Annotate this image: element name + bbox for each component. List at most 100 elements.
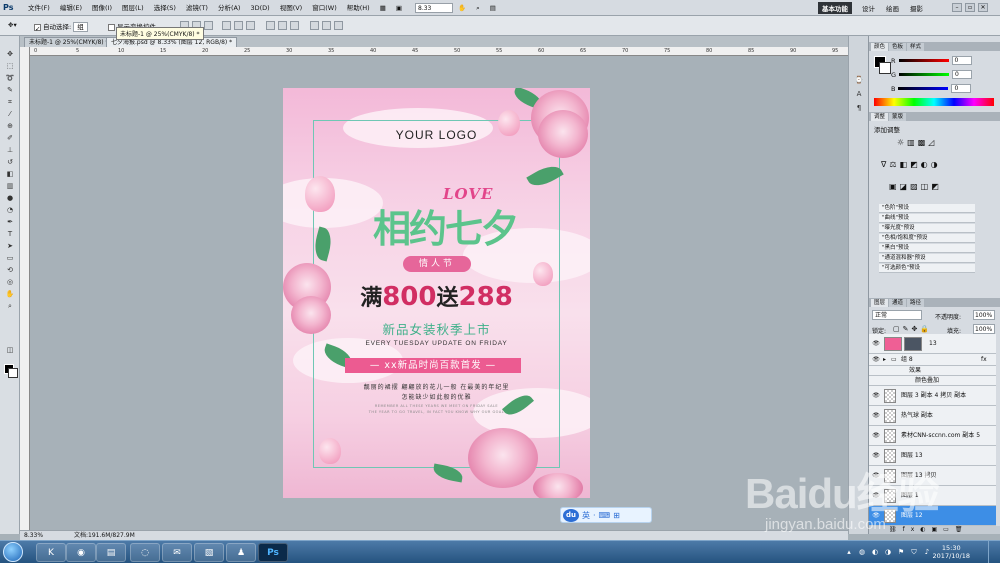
brush-tool-icon[interactable]: ✐ bbox=[5, 134, 15, 142]
taskbar-clock[interactable]: 15:30 2017/10/18 bbox=[933, 544, 970, 560]
distribute-right-icon[interactable] bbox=[334, 21, 343, 30]
tab-layers[interactable]: 图层 bbox=[871, 299, 889, 307]
restore-button[interactable]: ▫ bbox=[965, 3, 975, 12]
taskbar-wechat-icon[interactable]: ✉ bbox=[162, 543, 192, 562]
tray-shield-icon[interactable]: ⛉ bbox=[910, 548, 918, 556]
move-tool-icon[interactable]: ✥ bbox=[5, 50, 15, 58]
minimize-button[interactable]: – bbox=[952, 3, 962, 12]
zoom-tool-icon[interactable]: ⌕ bbox=[5, 302, 15, 310]
3d-rotate-tool-icon[interactable]: ⟲ bbox=[5, 266, 15, 274]
path-select-tool-icon[interactable]: ➤ bbox=[5, 242, 15, 250]
shape-tool-icon[interactable]: ▭ bbox=[5, 254, 15, 262]
taskbar-app-icon[interactable]: ▧ bbox=[194, 543, 224, 562]
auto-select-dropdown[interactable]: 组 bbox=[73, 22, 88, 32]
taskbar-chrome-icon[interactable]: ◉ bbox=[66, 543, 96, 562]
menu-filter[interactable]: 滤镜(T) bbox=[181, 0, 213, 16]
type-tool-icon[interactable]: T bbox=[5, 230, 15, 238]
workspace-painting[interactable]: 绘画 bbox=[882, 2, 903, 14]
blue-slider[interactable] bbox=[898, 87, 949, 90]
menu-layer[interactable]: 图层(L) bbox=[117, 0, 149, 16]
tray-arrow-icon[interactable]: ▴ bbox=[845, 548, 853, 556]
visibility-eye-icon[interactable]: 👁 bbox=[871, 386, 881, 406]
preset-selective-color[interactable]: "可选颜色"预设 bbox=[879, 264, 975, 273]
distribute-left-icon[interactable] bbox=[310, 21, 319, 30]
menu-3d[interactable]: 3D(D) bbox=[245, 0, 274, 16]
tray-app-icon[interactable]: ◑ bbox=[884, 548, 892, 556]
tab-swatches[interactable]: 色板 bbox=[889, 43, 907, 51]
align-left-icon[interactable] bbox=[222, 21, 231, 30]
crop-tool-icon[interactable]: ⌗ bbox=[5, 98, 15, 106]
visibility-eye-icon[interactable]: 👁 bbox=[871, 426, 881, 446]
menu-image[interactable]: 图像(I) bbox=[87, 0, 117, 16]
history-panel-icon[interactable]: ⌚ bbox=[854, 76, 864, 84]
align-bottom-icon[interactable] bbox=[204, 21, 213, 30]
status-zoom[interactable]: 8.33% bbox=[24, 531, 43, 540]
visibility-eye-icon[interactable]: 👁 bbox=[871, 354, 881, 366]
background-color-swatch[interactable] bbox=[8, 368, 18, 378]
eyedropper-tool-icon[interactable]: ⁄ bbox=[5, 110, 15, 118]
layer-panel-footer-icons[interactable]: ⛓fx◐▣▭🗑 bbox=[869, 526, 1000, 534]
punctuation-toggle[interactable]: · bbox=[593, 511, 596, 520]
menu-analysis[interactable]: 分析(A) bbox=[213, 0, 246, 16]
preset-black-white[interactable]: "黑白"预设 bbox=[879, 244, 975, 253]
zoom-level-field[interactable]: 8.33 bbox=[415, 2, 454, 13]
layer-row[interactable]: 👁 素材CNN-sccnn.com 副本 5 bbox=[869, 426, 996, 446]
visibility-eye-icon[interactable]: 👁 bbox=[871, 406, 881, 426]
lock-icons[interactable]: ▢✎✥🔒 bbox=[893, 325, 932, 333]
menu-view[interactable]: 视图(V) bbox=[275, 0, 308, 16]
blue-value[interactable]: 0 bbox=[951, 84, 972, 93]
hand-tool-icon[interactable]: ✋ bbox=[5, 290, 15, 298]
background-color-chip[interactable] bbox=[879, 62, 891, 74]
adjust-icons-row-3[interactable]: ▣◪▨◫◩ bbox=[889, 182, 942, 191]
fill-field[interactable]: 100% bbox=[973, 324, 995, 334]
blur-tool-icon[interactable]: ● bbox=[5, 194, 15, 202]
preset-curves[interactable]: "曲线"预设 bbox=[879, 214, 975, 223]
green-slider[interactable] bbox=[899, 73, 950, 76]
baidu-input-logo[interactable]: du bbox=[563, 508, 579, 522]
distribute-hcenter-icon[interactable] bbox=[322, 21, 331, 30]
tab-untitled[interactable]: 未标题-1 @ 25%(CMYK/8) * bbox=[24, 37, 114, 47]
tray-volume-icon[interactable]: ♪ bbox=[923, 548, 931, 556]
zoom-icon[interactable]: ⌕ bbox=[471, 0, 485, 16]
green-slider-row[interactable]: G 0 bbox=[891, 70, 973, 79]
align-hcenter-icon[interactable] bbox=[234, 21, 243, 30]
tab-paths[interactable]: 路径 bbox=[907, 299, 925, 307]
distribute-bottom-icon[interactable] bbox=[290, 21, 299, 30]
menu-window[interactable]: 窗口(W) bbox=[307, 0, 342, 16]
auto-select-checkbox[interactable]: ✓ bbox=[34, 23, 41, 33]
tab-styles[interactable]: 样式 bbox=[907, 43, 925, 51]
taskbar-browser-icon[interactable]: ◌ bbox=[130, 543, 160, 562]
poster-canvas[interactable]: YOUR LOGO LOVE 相约七夕 情人节 满800送288 新品女装秋季上… bbox=[283, 88, 590, 498]
start-button[interactable] bbox=[3, 542, 23, 562]
menu-select[interactable]: 选择(S) bbox=[149, 0, 181, 16]
3d-orbit-tool-icon[interactable]: ◎ bbox=[5, 278, 15, 286]
language-toggle[interactable]: 英 bbox=[582, 510, 590, 521]
history-brush-tool-icon[interactable]: ↺ bbox=[5, 158, 15, 166]
status-doc-info[interactable]: 文档:191.6M/827.9M bbox=[74, 531, 135, 540]
align-right-icon[interactable] bbox=[246, 21, 255, 30]
paragraph-panel-icon[interactable]: ¶ bbox=[854, 104, 864, 112]
red-value[interactable]: 0 bbox=[951, 56, 972, 65]
workspace-essentials[interactable]: 基本功能 bbox=[818, 2, 852, 14]
taskbar-photoshop-icon[interactable]: Ps bbox=[258, 543, 288, 562]
red-slider[interactable] bbox=[898, 59, 949, 62]
adjust-icons-row-1[interactable]: ☼▥▩◿ bbox=[897, 138, 937, 147]
keyboard-icon[interactable]: ⌨ bbox=[599, 511, 611, 520]
taskbar-app-icon[interactable]: ♟ bbox=[226, 543, 256, 562]
green-value[interactable]: 0 bbox=[952, 70, 973, 79]
menu-file[interactable]: 文件(F) bbox=[23, 0, 55, 16]
dodge-tool-icon[interactable]: ◔ bbox=[5, 206, 15, 214]
marquee-tool-icon[interactable]: ⬚ bbox=[5, 62, 15, 70]
close-button[interactable]: ✕ bbox=[978, 3, 988, 12]
opacity-field[interactable]: 100% bbox=[973, 310, 995, 320]
preset-channel-mixer[interactable]: "通道混和器"预设 bbox=[879, 254, 975, 263]
show-transform-checkbox[interactable] bbox=[108, 23, 115, 31]
bridge-icon[interactable]: ▦ bbox=[375, 0, 391, 16]
layer-row[interactable]: 👁 热气球 副本 bbox=[869, 406, 996, 426]
character-panel-icon[interactable]: A bbox=[854, 90, 864, 98]
distribute-vcenter-icon[interactable] bbox=[278, 21, 287, 30]
layer-group-row[interactable]: 👁 ▸ ▭ 组 8 fx bbox=[869, 354, 996, 366]
auto-select-option[interactable]: ✓ 自动选择: 组 bbox=[34, 21, 88, 33]
input-method-bar[interactable]: du 英 · ⌨ ⊞ bbox=[560, 507, 652, 523]
layer-row[interactable]: 👁 13 bbox=[869, 334, 996, 354]
